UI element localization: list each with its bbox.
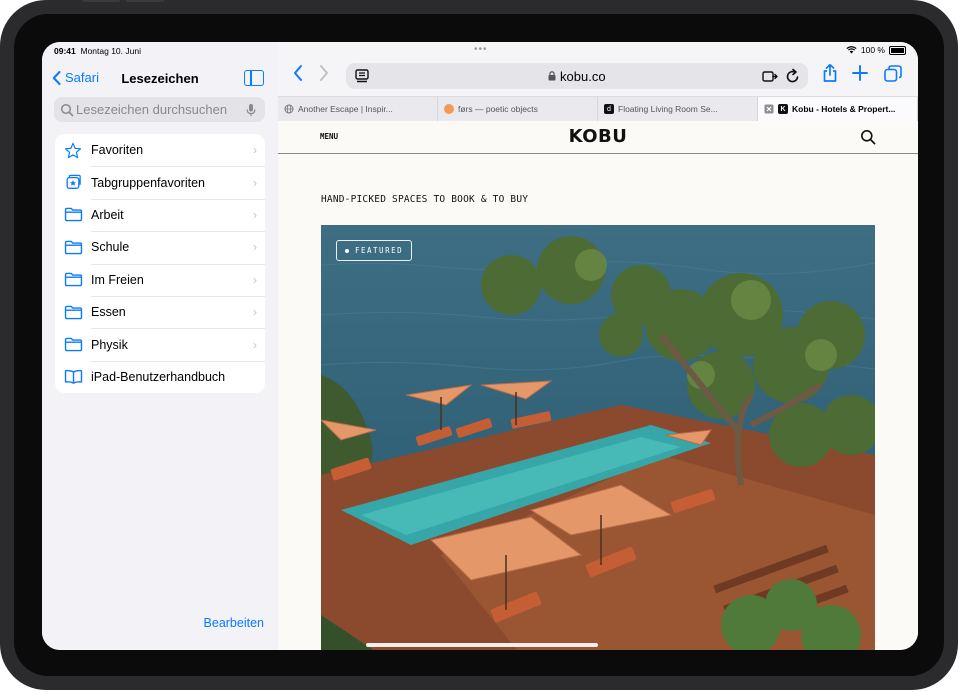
bookmark-label: Arbeit bbox=[91, 207, 124, 222]
folder-icon bbox=[64, 208, 82, 222]
ipad-frame: 09:41 Montag 10. Juni Lesezeichen Safari… bbox=[0, 0, 958, 690]
bookmark-label: Favoriten bbox=[91, 143, 144, 158]
bookmarks-sidebar: 09:41 Montag 10. Juni Lesezeichen Safari… bbox=[42, 42, 279, 650]
chevron-right-icon: › bbox=[253, 305, 257, 320]
bookmark-label: Schule bbox=[91, 240, 130, 255]
bookmark-ipad-guide[interactable]: iPad-Benutzerhandbuch bbox=[55, 360, 265, 393]
kobu-icon: K bbox=[778, 104, 788, 114]
extensions-icon[interactable] bbox=[762, 69, 778, 83]
bookmark-folder-physik[interactable]: Physik › bbox=[55, 328, 265, 360]
close-tab-icon[interactable] bbox=[764, 104, 774, 114]
chevron-right-icon: › bbox=[253, 207, 257, 222]
chevron-left-icon bbox=[52, 70, 61, 85]
featured-dot-icon bbox=[345, 248, 349, 253]
site-search-icon[interactable] bbox=[860, 129, 876, 145]
bookmark-folder-im-freien[interactable]: Im Freien › bbox=[55, 263, 265, 296]
featured-label: FEATURED bbox=[355, 246, 404, 255]
bookmark-folder-schule[interactable]: Schule › bbox=[55, 231, 265, 263]
chevron-right-icon: › bbox=[253, 272, 257, 287]
globe-icon bbox=[284, 104, 294, 114]
multitasking-handle-icon[interactable]: ••• bbox=[474, 44, 488, 55]
microphone-icon[interactable] bbox=[243, 103, 259, 117]
volume-button bbox=[126, 0, 164, 2]
screen: 09:41 Montag 10. Juni Lesezeichen Safari… bbox=[42, 42, 918, 650]
tab-label: førs — poetic objects bbox=[458, 104, 538, 114]
folder-icon bbox=[64, 240, 82, 255]
tab-another-escape[interactable]: Another Escape | Inspir... bbox=[278, 97, 438, 121]
forward-arrow-icon[interactable] bbox=[318, 64, 330, 82]
chevron-right-icon: › bbox=[253, 240, 257, 255]
folder-icon bbox=[64, 272, 82, 287]
bookmark-label: Im Freien bbox=[91, 272, 144, 287]
browser-pane: ••• 100 % kobu.co Another Escape | Inspi… bbox=[278, 42, 918, 650]
lock-icon bbox=[548, 71, 556, 81]
bookmark-label: Essen bbox=[91, 305, 126, 320]
status-time-date: 09:41 Montag 10. Juni bbox=[54, 46, 141, 56]
tab-floating-living-room[interactable]: d Floating Living Room Se... bbox=[598, 97, 758, 121]
edit-button[interactable]: Bearbeiten bbox=[204, 616, 264, 630]
volume-button bbox=[82, 0, 120, 2]
d-letter-icon: d bbox=[604, 104, 614, 114]
bookmark-label: Physik bbox=[91, 337, 128, 352]
site-header: MENU KOBU bbox=[278, 121, 918, 154]
tab-bar: Another Escape | Inspir... førs — poetic… bbox=[278, 96, 918, 122]
bookmark-search-field[interactable]: Lesezeichen durchsuchen bbox=[54, 97, 265, 122]
tab-label: Kobu - Hotels & Propert... bbox=[792, 104, 896, 114]
status-indicators: 100 % bbox=[846, 45, 906, 55]
browser-toolbar: ••• 100 % kobu.co bbox=[278, 42, 918, 96]
back-arrow-icon[interactable] bbox=[292, 64, 304, 82]
site-tagline: HAND-PICKED SPACES TO BOOK & TO BUY bbox=[321, 194, 529, 205]
resort-pool-photo bbox=[321, 225, 875, 650]
battery-icon bbox=[889, 45, 906, 55]
reload-icon[interactable] bbox=[785, 68, 800, 84]
book-icon bbox=[64, 370, 82, 385]
battery-percent: 100 % bbox=[860, 45, 885, 55]
tab-group-favorites-icon bbox=[66, 174, 81, 190]
url-label: kobu.co bbox=[560, 69, 606, 84]
site-logo[interactable]: KOBU bbox=[278, 126, 918, 147]
back-button[interactable]: Safari bbox=[52, 70, 99, 85]
address-bar[interactable]: kobu.co bbox=[346, 63, 808, 89]
share-icon[interactable] bbox=[822, 63, 838, 83]
star-icon bbox=[64, 142, 82, 158]
sidebar-nav-bar: Lesezeichen Safari bbox=[42, 68, 278, 90]
bookmark-folder-arbeit[interactable]: Arbeit › bbox=[55, 198, 265, 231]
tab-label: Another Escape | Inspir... bbox=[298, 104, 393, 114]
bookmark-label: iPad-Benutzerhandbuch bbox=[91, 369, 226, 384]
bookmark-tab-group-favorites[interactable]: Tabgruppenfavoriten › bbox=[55, 166, 265, 198]
search-placeholder: Lesezeichen durchsuchen bbox=[76, 102, 228, 117]
back-button-label: Safari bbox=[65, 70, 99, 85]
orange-dot-icon bbox=[444, 104, 454, 114]
bookmark-list: Favoriten › Tabgruppenfavoriten › Arbeit… bbox=[55, 134, 265, 394]
tab-fors[interactable]: førs — poetic objects bbox=[438, 97, 598, 121]
tab-overview-icon[interactable] bbox=[884, 65, 902, 82]
search-icon bbox=[60, 103, 74, 116]
wifi-icon bbox=[846, 46, 857, 54]
home-indicator[interactable] bbox=[366, 643, 598, 647]
tab-label: Floating Living Room Se... bbox=[618, 104, 718, 114]
status-time: 09:41 bbox=[54, 46, 76, 56]
chevron-right-icon: › bbox=[253, 175, 257, 190]
plus-icon[interactable] bbox=[852, 65, 868, 81]
bookmark-label: Tabgruppenfavoriten bbox=[91, 175, 205, 190]
chevron-right-icon: › bbox=[253, 143, 257, 158]
bookmark-folder-essen[interactable]: Essen › bbox=[55, 295, 265, 328]
status-date: Montag 10. Juni bbox=[80, 46, 141, 56]
folder-icon bbox=[64, 305, 82, 319]
chevron-right-icon: › bbox=[253, 337, 257, 352]
folder-icon bbox=[64, 337, 82, 352]
tab-kobu[interactable]: K Kobu - Hotels & Propert... bbox=[758, 97, 918, 121]
sidebar-toggle-icon[interactable] bbox=[244, 70, 264, 86]
featured-hero-image[interactable]: FEATURED bbox=[321, 225, 875, 650]
featured-badge: FEATURED bbox=[336, 240, 413, 261]
url-text: kobu.co bbox=[346, 69, 808, 84]
bookmark-favorites[interactable]: Favoriten › bbox=[55, 134, 265, 166]
